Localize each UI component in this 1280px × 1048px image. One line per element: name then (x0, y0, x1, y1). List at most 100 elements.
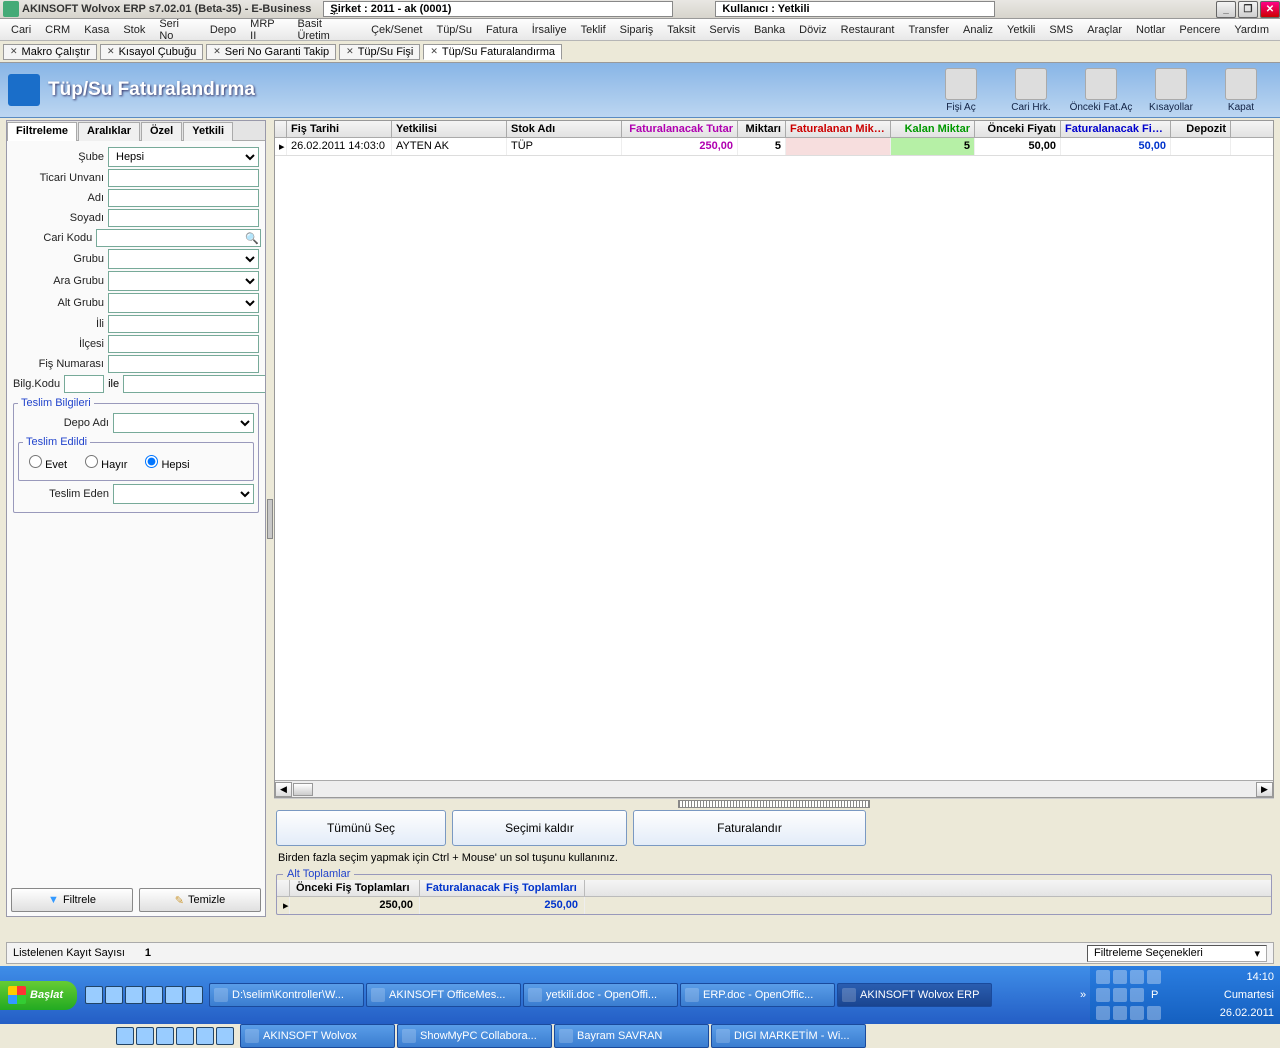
taskbar-task[interactable]: Bayram SAVRAN (554, 1024, 709, 1048)
altgrubu-select[interactable] (108, 293, 259, 313)
doctab[interactable]: ✕Kısayol Çubuğu (100, 44, 203, 60)
tool-onceki-fat[interactable]: Önceki Fat.Aç (1066, 66, 1136, 115)
tray-icon[interactable] (1096, 1006, 1110, 1020)
col-header[interactable]: Yetkilisi (392, 121, 507, 137)
filter-tab-araliklar[interactable]: Aralıklar (78, 122, 140, 141)
menu-item[interactable]: Çek/Senet (364, 22, 429, 38)
menu-item[interactable]: Taksit (660, 22, 702, 38)
doctab[interactable]: ✕Seri No Garanti Takip (206, 44, 336, 60)
menu-item[interactable]: SMS (1042, 22, 1080, 38)
menu-item[interactable]: CRM (38, 22, 77, 38)
tray-icon[interactable] (1096, 988, 1110, 1002)
menu-item[interactable]: Depo (203, 22, 243, 38)
quicklaunch-icon[interactable] (136, 1027, 154, 1045)
tool-fisi-ac[interactable]: Fişi Aç (926, 66, 996, 115)
close-button[interactable]: ✕ (1260, 1, 1280, 18)
col-header[interactable]: Stok Adı (507, 121, 622, 137)
cell[interactable]: TÜP (507, 138, 622, 155)
menu-item[interactable]: Fatura (479, 22, 525, 38)
quicklaunch-icon[interactable] (85, 986, 103, 1004)
col-header[interactable]: Fiş Tarihi (287, 121, 392, 137)
menu-item[interactable]: Transfer (901, 22, 956, 38)
cell[interactable]: 5 (891, 138, 975, 155)
taskbar-task[interactable]: AKINSOFT OfficeMes... (366, 983, 521, 1007)
menu-item[interactable]: Sipariş (613, 22, 661, 38)
splitter[interactable] (266, 118, 274, 919)
taskbar-task[interactable]: AKINSOFT Wolvox (240, 1024, 395, 1048)
aragrubu-select[interactable] (108, 271, 259, 291)
ticari-input[interactable] (108, 169, 259, 187)
radio-evet[interactable]: Evet (29, 455, 67, 471)
bilgkodu-to[interactable] (123, 375, 265, 393)
quicklaunch-icon[interactable] (165, 986, 183, 1004)
doctab[interactable]: ✕Tüp/Su Faturalandırma (423, 44, 562, 60)
menu-item[interactable]: Notlar (1129, 22, 1172, 38)
filter-tab-yetkili[interactable]: Yetkili (183, 122, 233, 141)
secimi-kaldir-button[interactable]: Seçimi kaldır (452, 810, 627, 846)
ili-input[interactable] (108, 315, 259, 333)
doctab[interactable]: ✕Makro Çalıştır (3, 44, 97, 60)
tray-icon[interactable] (1113, 988, 1127, 1002)
col-header[interactable]: Faturalanacak Tutar (622, 121, 738, 137)
taskbar-task[interactable]: ERP.doc - OpenOffic... (680, 983, 835, 1007)
tumunu-sec-button[interactable]: Tümünü Seç (276, 810, 446, 846)
carikodu-input[interactable] (96, 229, 261, 247)
menu-item[interactable]: Basit Üretim (290, 16, 364, 44)
menu-item[interactable]: Teklif (574, 22, 613, 38)
radio-hayir[interactable]: Hayır (85, 455, 127, 471)
faturalandir-button[interactable]: Faturalandır (633, 810, 866, 846)
filter-tab-filtreleme[interactable]: Filtreleme (7, 122, 77, 141)
close-icon[interactable]: ✕ (10, 46, 18, 57)
depoadi-select[interactable] (113, 413, 254, 433)
grubu-select[interactable] (108, 249, 259, 269)
quicklaunch-icon[interactable] (105, 986, 123, 1004)
tray-icon[interactable] (1147, 970, 1161, 984)
sube-select[interactable]: Hepsi (108, 147, 259, 167)
quicklaunch-icon[interactable] (185, 986, 203, 1004)
quicklaunch-icon[interactable] (216, 1027, 234, 1045)
doctab[interactable]: ✕Tüp/Su Fişi (339, 44, 420, 60)
grid-resize-handle[interactable] (274, 798, 1274, 806)
bilgkodu-from[interactable] (64, 375, 104, 393)
col-header[interactable]: Kalan Miktar (891, 121, 975, 137)
adi-input[interactable] (108, 189, 259, 207)
quicklaunch-icon[interactable] (116, 1027, 134, 1045)
menu-item[interactable]: Araçlar (1080, 22, 1129, 38)
tray-icon[interactable] (1113, 970, 1127, 984)
col-header[interactable]: Miktarı (738, 121, 786, 137)
taskbar-task[interactable]: yetkili.doc - OpenOffi... (523, 983, 678, 1007)
col-header[interactable]: Depozit (1171, 121, 1231, 137)
minimize-button[interactable]: _ (1216, 1, 1236, 18)
tool-cari-hrk[interactable]: Cari Hrk. (996, 66, 1066, 115)
scroll-thumb[interactable] (293, 783, 313, 796)
taskbar-task[interactable]: ShowMyPC Collabora... (397, 1024, 552, 1048)
menu-item[interactable]: Stok (116, 22, 152, 38)
teslimeden-select[interactable] (113, 484, 254, 504)
cell[interactable]: 26.02.2011 14:03:0 (287, 138, 392, 155)
menu-item[interactable]: Pencere (1172, 22, 1227, 38)
cell[interactable]: 250,00 (622, 138, 738, 155)
menu-item[interactable]: Banka (747, 22, 792, 38)
close-icon[interactable]: ✕ (430, 46, 438, 57)
menu-item[interactable]: Kasa (77, 22, 116, 38)
menu-item[interactable]: Servis (702, 22, 747, 38)
cell[interactable]: 50,00 (975, 138, 1061, 155)
menu-item[interactable]: Restaurant (834, 22, 902, 38)
cell[interactable]: AYTEN AK (392, 138, 507, 155)
tool-kapat[interactable]: Kapat (1206, 66, 1276, 115)
menu-item[interactable]: Cari (4, 22, 38, 38)
col-header[interactable]: Önceki Fiyatı (975, 121, 1061, 137)
cell[interactable] (786, 138, 891, 155)
menu-item[interactable]: MRP II (243, 16, 290, 44)
taskbar-task[interactable]: AKINSOFT Wolvox ERP (837, 983, 992, 1007)
menu-item[interactable]: Yardım (1227, 22, 1276, 38)
tray-icon[interactable] (1096, 970, 1110, 984)
scroll-left-icon[interactable]: ◀ (275, 782, 292, 797)
close-icon[interactable]: ✕ (346, 46, 354, 57)
close-icon[interactable]: ✕ (213, 46, 221, 57)
tray-icon[interactable] (1113, 1006, 1127, 1020)
filter-options-dropdown[interactable]: Filtreleme Seçenekleri▾ (1087, 945, 1267, 962)
taskbar-task[interactable]: DIGI MARKETİM - Wi... (711, 1024, 866, 1048)
close-icon[interactable]: ✕ (107, 46, 115, 57)
quicklaunch-icon[interactable] (156, 1027, 174, 1045)
